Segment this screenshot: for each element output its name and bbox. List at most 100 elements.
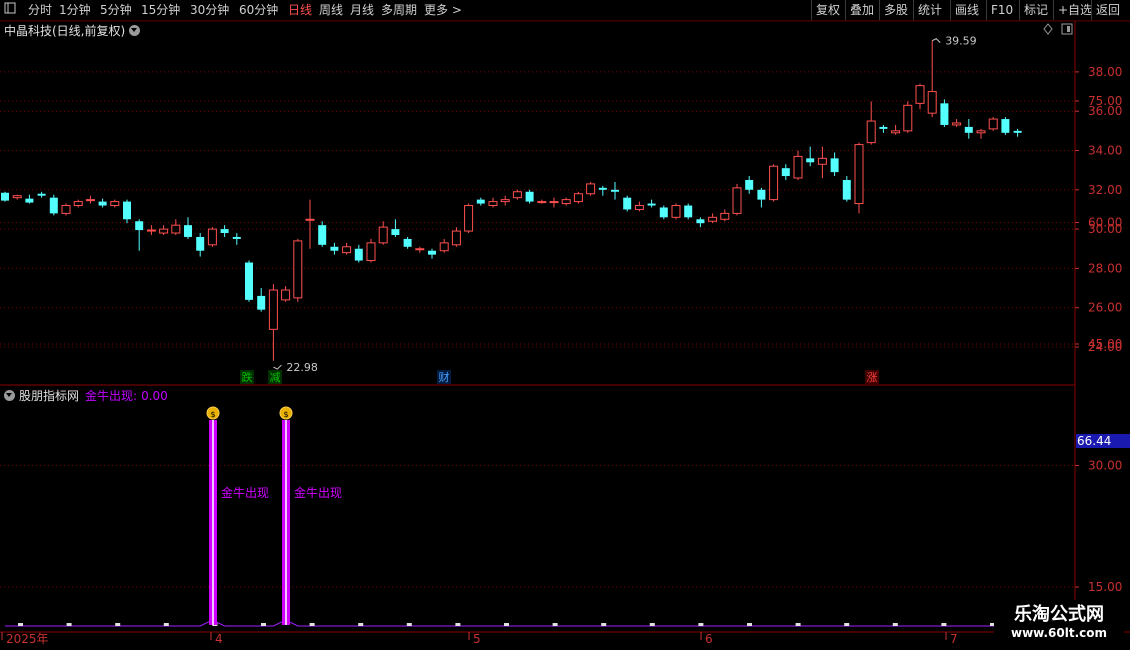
candle — [342, 242, 352, 255]
toolbar-divider — [845, 0, 846, 20]
candle-body — [1, 192, 9, 201]
candle — [891, 124, 901, 135]
candle-body — [330, 246, 339, 251]
toolbar-button-3[interactable]: 统计 — [918, 2, 942, 18]
stock-title: 中晶科技(日线,前复权) — [4, 24, 126, 38]
candle — [537, 199, 547, 204]
indicator-tick-label: 75.00 — [1088, 94, 1122, 108]
candle-body — [696, 219, 705, 224]
baseline-dot — [115, 623, 121, 626]
candle — [988, 117, 998, 131]
candle-body — [476, 199, 485, 204]
candle — [757, 187, 766, 208]
event-marker-text: 财 — [439, 370, 450, 384]
candle — [318, 221, 327, 247]
candle — [927, 40, 937, 118]
candle-body — [988, 118, 998, 130]
toolbar-button-7[interactable]: +自选 — [1058, 2, 1092, 18]
candle — [1, 191, 9, 202]
toolbar-button-1[interactable]: 叠加 — [850, 2, 874, 18]
signal-label: 金牛出现 — [221, 485, 269, 500]
period-tab-2[interactable]: 5分钟 — [100, 2, 132, 18]
toolbar-button-5[interactable]: F10 — [991, 2, 1013, 18]
toolbar-button-4[interactable]: 画线 — [955, 2, 979, 18]
candle — [220, 225, 229, 237]
toolbar-divider — [1019, 0, 1020, 20]
candle-body — [49, 197, 58, 214]
candle-body — [854, 144, 864, 205]
low-pointer — [273, 364, 282, 370]
price-tick-label: 28.00 — [1088, 261, 1122, 275]
signal-bar: $ 金牛出现 — [279, 406, 342, 625]
chart-canvas[interactable]: 39.5922.98跌减财涨 $金牛出现$金牛出现 24.0026.0028.0… — [0, 0, 1130, 650]
diamond-icon[interactable] — [1043, 23, 1053, 35]
candle — [354, 244, 363, 263]
candle — [281, 286, 291, 302]
candle — [330, 242, 339, 255]
candle-body — [110, 201, 120, 207]
candle — [842, 176, 851, 202]
candle — [696, 217, 705, 228]
candle — [293, 238, 303, 302]
candle — [854, 142, 864, 214]
candle-body — [793, 155, 803, 179]
candle-body — [378, 226, 388, 244]
candle — [146, 225, 156, 235]
period-tab-3[interactable]: 15分钟 — [141, 2, 180, 18]
candle — [245, 260, 253, 302]
candle — [403, 236, 412, 249]
toolbar-button-8[interactable]: 返回 — [1096, 2, 1120, 18]
period-tab-4[interactable]: 30分钟 — [190, 2, 229, 18]
candle — [500, 195, 510, 206]
candle-body — [1001, 119, 1010, 133]
period-tab-5[interactable]: 60分钟 — [239, 2, 278, 18]
candle — [720, 209, 730, 222]
period-toolbar: 分时 1分钟 5分钟 15分钟 30分钟 60分钟 日线 周线 月线 多周期 更多 > 复权 叠加 多股统… — [0, 0, 1130, 21]
period-tab-6[interactable]: 日线 — [288, 2, 312, 18]
candle-body — [891, 130, 901, 134]
baseline-dot — [844, 623, 850, 626]
chevron-down-icon[interactable] — [129, 25, 141, 36]
candle — [940, 99, 949, 127]
toolbar-button-6[interactable]: 标记 — [1024, 2, 1048, 18]
candle-body — [342, 246, 352, 254]
indicator-series-name: 金牛出现: — [85, 389, 138, 403]
candle-body — [451, 230, 461, 246]
window-menu-icon[interactable] — [4, 2, 16, 18]
candle — [879, 124, 888, 133]
candle-body — [671, 205, 681, 218]
candle-body — [220, 229, 229, 234]
candle — [830, 152, 839, 177]
toolbar-divider — [879, 0, 880, 20]
panel-toggle-icon[interactable] — [1061, 23, 1073, 35]
signal-bar: $ 金牛出现 — [206, 406, 269, 625]
period-tab-10[interactable]: 更多 > — [424, 2, 462, 18]
baseline-dot — [892, 623, 898, 626]
toolbar-button-2[interactable]: 多股 — [884, 2, 908, 18]
candle — [549, 197, 559, 208]
candle-body — [830, 158, 839, 173]
period-tab-0[interactable]: 分时 — [28, 2, 52, 18]
toolbar-button-0[interactable]: 复权 — [816, 2, 840, 18]
event-marker-text: 涨 — [867, 371, 878, 384]
baseline-dot — [66, 623, 72, 626]
candle — [512, 189, 522, 200]
candle-body — [903, 104, 913, 132]
candle-body — [281, 289, 291, 301]
candle — [573, 191, 583, 204]
candle-body — [293, 240, 303, 299]
period-tab-9[interactable]: 多周期 — [381, 2, 417, 18]
candle-body — [684, 205, 693, 218]
event-marker-text: 减 — [270, 371, 281, 384]
baseline-dot — [309, 623, 315, 626]
date-tick-label: 6 — [705, 632, 713, 646]
watermark-url: www.60lt.com — [1010, 626, 1108, 640]
period-tab-8[interactable]: 月线 — [350, 2, 374, 18]
candle-body — [952, 122, 962, 126]
baseline-dot — [358, 623, 364, 626]
period-tab-7[interactable]: 周线 — [319, 2, 343, 18]
period-tab-1[interactable]: 1分钟 — [59, 2, 91, 18]
chevron-down-icon[interactable] — [4, 390, 15, 401]
event-marker: 减 — [268, 370, 282, 384]
current-value-text: 66.44 — [1077, 434, 1111, 448]
